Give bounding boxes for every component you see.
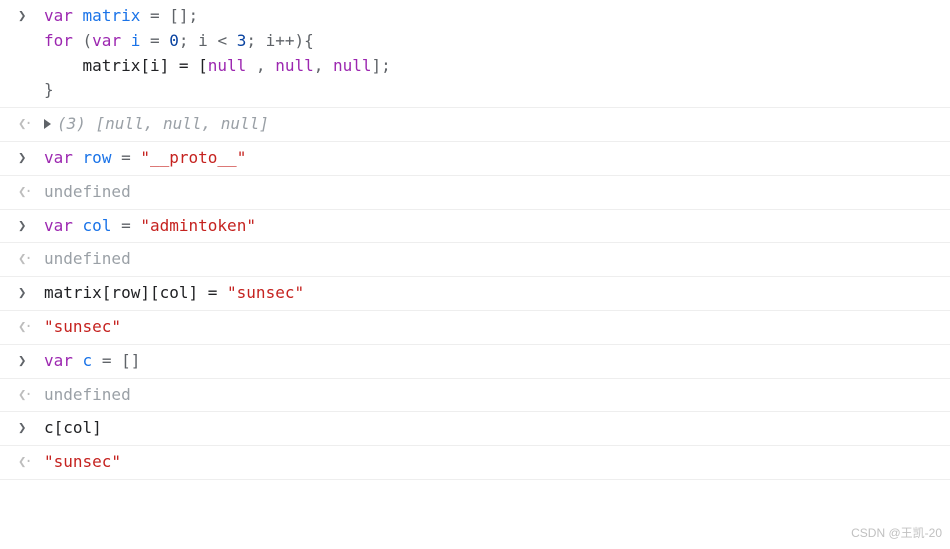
code-line: matrix[row][col] = "sunsec": [44, 281, 942, 306]
token-ident: col: [83, 216, 112, 235]
input-prompt-icon: [18, 4, 44, 28]
devtools-console[interactable]: var matrix = [];for (var i = 0; i < 3; i…: [0, 0, 950, 480]
output-value: undefined: [44, 249, 131, 268]
token-op: ; i++){: [246, 31, 313, 50]
output-value: undefined: [44, 182, 131, 201]
console-entry-content: var row = "__proto__": [44, 146, 942, 171]
code-line: var c = []: [44, 349, 942, 374]
token-kw: var: [44, 216, 73, 235]
token-op: [121, 31, 131, 50]
token-op: ];: [372, 56, 391, 75]
array-summary-text: (3) [null, null, null]: [57, 114, 269, 133]
console-input-row[interactable]: matrix[row][col] = "sunsec": [0, 277, 950, 311]
token-str: "sunsec": [227, 283, 304, 302]
token-kw: var: [44, 6, 73, 25]
output-prompt-icon: [18, 383, 44, 407]
console-entry-content: (3) [null, null, null]: [44, 112, 942, 137]
output-value: "sunsec": [44, 317, 121, 336]
output-prompt-icon: [18, 112, 44, 136]
console-entry-content: "sunsec": [44, 315, 942, 340]
console-entry-content: matrix[row][col] = "sunsec": [44, 281, 942, 306]
token-kw: var: [44, 148, 73, 167]
token-op: = []: [92, 351, 140, 370]
token-op: [73, 216, 83, 235]
console-entry-content: "sunsec": [44, 450, 942, 475]
token-op: =: [111, 148, 140, 167]
token-op: ,: [246, 56, 275, 75]
console-output-row[interactable]: undefined: [0, 176, 950, 210]
console-input-row[interactable]: var col = "admintoken": [0, 210, 950, 244]
token-kw: null: [333, 56, 372, 75]
token-op: ,: [314, 56, 333, 75]
token-op: =: [140, 31, 169, 50]
token-str: "__proto__": [140, 148, 246, 167]
console-entry-content: undefined: [44, 180, 942, 205]
input-prompt-icon: [18, 349, 44, 373]
token-ident: matrix: [83, 6, 141, 25]
token-ident: c: [83, 351, 93, 370]
console-entry-content: var col = "admintoken": [44, 214, 942, 239]
array-summary[interactable]: (3) [null, null, null]: [44, 114, 269, 133]
console-entry-content: undefined: [44, 383, 942, 408]
token-op: [73, 6, 83, 25]
code-line: c[col]: [44, 416, 942, 441]
token-ident: i: [131, 31, 141, 50]
output-value: "sunsec": [44, 452, 121, 471]
code-line: var col = "admintoken": [44, 214, 942, 239]
token-op: =: [111, 216, 140, 235]
token-num: 3: [237, 31, 247, 50]
input-prompt-icon: [18, 281, 44, 305]
output-value: undefined: [44, 385, 131, 404]
console-output-row[interactable]: "sunsec": [0, 311, 950, 345]
input-prompt-icon: [18, 214, 44, 238]
console-output-row[interactable]: (3) [null, null, null]: [0, 108, 950, 142]
code-line: matrix[i] = [null , null, null];: [44, 54, 942, 79]
code-line: for (var i = 0; i < 3; i++){: [44, 29, 942, 54]
token-num: 0: [169, 31, 179, 50]
console-output-row[interactable]: undefined: [0, 243, 950, 277]
token-op: = [];: [140, 6, 198, 25]
output-prompt-icon: [18, 247, 44, 271]
token-str: "admintoken": [140, 216, 256, 235]
output-prompt-icon: [18, 450, 44, 474]
token-kw: var: [92, 31, 121, 50]
input-prompt-icon: [18, 416, 44, 440]
token-kw: null: [208, 56, 247, 75]
output-prompt-icon: [18, 315, 44, 339]
token-op: }: [44, 80, 54, 99]
input-prompt-icon: [18, 146, 44, 170]
token-kw: var: [44, 351, 73, 370]
code-line: var row = "__proto__": [44, 146, 942, 171]
token-kw: for: [44, 31, 73, 50]
watermark: CSDN @王凯-20: [851, 524, 942, 543]
console-entry-content: c[col]: [44, 416, 942, 441]
token-txt: matrix[row][col] =: [44, 283, 227, 302]
console-input-row[interactable]: var matrix = [];for (var i = 0; i < 3; i…: [0, 0, 950, 108]
console-entry-content: var c = []: [44, 349, 942, 374]
token-op: (: [73, 31, 92, 50]
token-txt: c[col]: [44, 418, 102, 437]
output-prompt-icon: [18, 180, 44, 204]
code-line: }: [44, 78, 942, 103]
token-op: [73, 148, 83, 167]
console-output-row[interactable]: undefined: [0, 379, 950, 413]
console-output-row[interactable]: "sunsec": [0, 446, 950, 480]
token-txt: matrix[i] = [: [83, 56, 208, 75]
console-input-row[interactable]: var row = "__proto__": [0, 142, 950, 176]
console-entry-content: undefined: [44, 247, 942, 272]
token-kw: null: [275, 56, 314, 75]
console-input-row[interactable]: var c = []: [0, 345, 950, 379]
token-op: [73, 351, 83, 370]
token-op: ; i <: [179, 31, 237, 50]
console-entry-content: var matrix = [];for (var i = 0; i < 3; i…: [44, 4, 942, 103]
console-input-row[interactable]: c[col]: [0, 412, 950, 446]
code-line: var matrix = [];: [44, 4, 942, 29]
expand-triangle-icon[interactable]: [44, 119, 51, 129]
token-ident: row: [83, 148, 112, 167]
